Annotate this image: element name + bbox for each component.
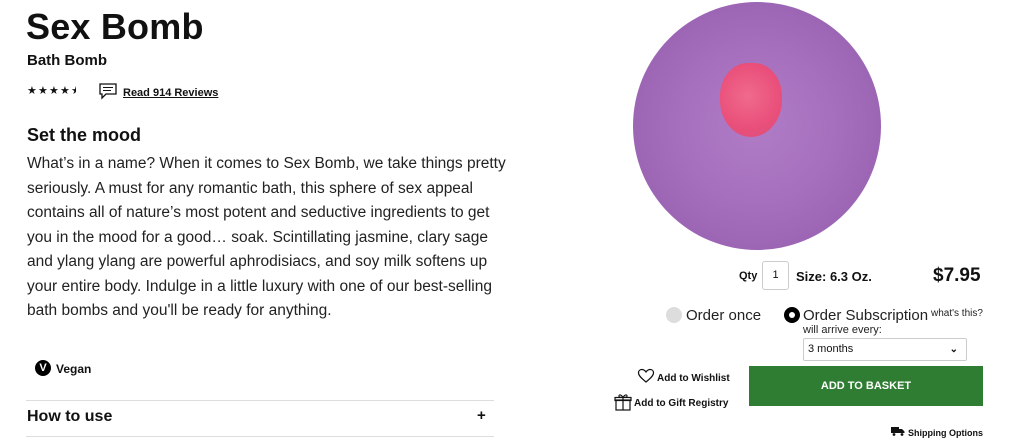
divider [26, 400, 494, 401]
star-icon: ★ [38, 85, 48, 97]
vegan-label: Vegan [56, 362, 92, 376]
description-heading: Set the mood [27, 125, 142, 145]
truck-icon [891, 427, 905, 436]
whats-this-link[interactable]: what's this? [931, 308, 983, 319]
read-reviews-link[interactable]: Read 914 Reviews [123, 87, 218, 99]
frequency-select[interactable]: 3 months ⌄ [803, 338, 967, 361]
how-to-use-heading[interactable]: How to use [27, 408, 112, 426]
shipping-options-link[interactable]: Shipping Options [908, 428, 983, 438]
order-subscription-radio[interactable] [784, 307, 800, 323]
add-to-gift-registry-link[interactable]: Add to Gift Registry [634, 398, 728, 409]
review-bubble-icon [99, 83, 117, 100]
vegan-icon: V [35, 360, 51, 376]
qty-label: Qty [739, 270, 758, 282]
divider [26, 436, 494, 437]
quantity-input[interactable]: 1 [762, 261, 789, 290]
product-title: Sex Bomb [26, 6, 204, 47]
star-icon: ★ [60, 85, 70, 97]
chevron-down-icon: ⌄ [949, 344, 958, 355]
half-star-icon: ★ [71, 85, 81, 97]
add-to-wishlist-link[interactable]: Add to Wishlist [657, 373, 730, 384]
description-text: What’s in a name? When it comes to Sex B… [27, 155, 506, 319]
expand-icon[interactable]: + [477, 407, 486, 424]
product-image-center [720, 63, 782, 137]
order-once-label[interactable]: Order once [686, 307, 761, 324]
gift-icon[interactable] [614, 393, 632, 411]
star-icon: ★ [49, 85, 59, 97]
star-icon: ★ [27, 85, 37, 97]
frequency-value: 3 months [808, 343, 854, 355]
order-subscription-label[interactable]: Order Subscription [803, 307, 928, 324]
price: $7.95 [933, 265, 981, 286]
size-label: Size: 6.3 Oz. [796, 269, 872, 284]
add-to-basket-button[interactable]: ADD TO BASKET [749, 366, 983, 406]
product-type: Bath Bomb [27, 52, 107, 69]
rating-stars: ★ ★ ★ ★ ★ [27, 85, 81, 97]
arrive-label: will arrive every: [803, 324, 882, 336]
order-once-radio[interactable] [666, 307, 682, 323]
heart-icon[interactable] [637, 368, 655, 384]
